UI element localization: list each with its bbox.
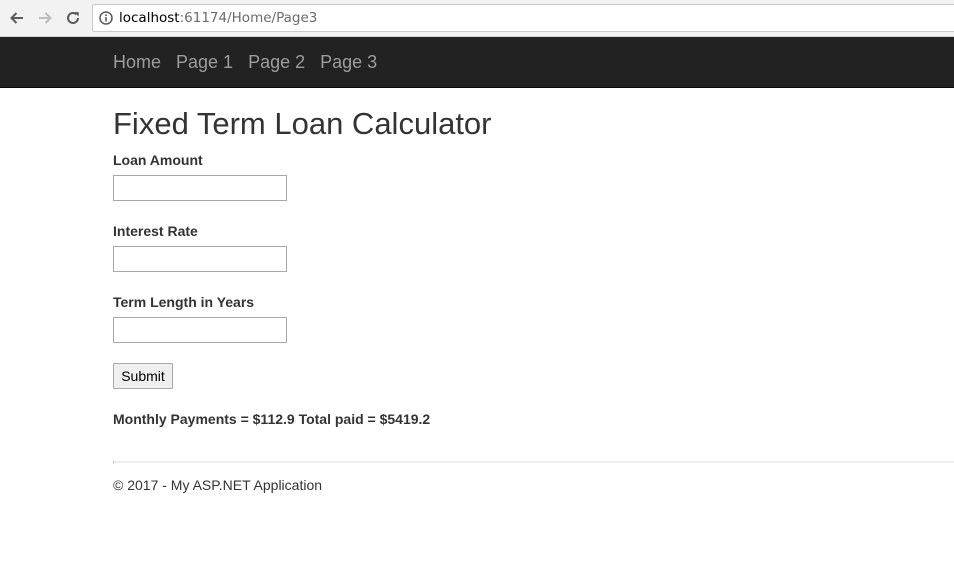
interest-rate-label: Interest Rate xyxy=(113,223,198,239)
info-icon[interactable] xyxy=(99,11,113,25)
nav-link-page-2[interactable]: Page 2 xyxy=(248,51,305,73)
submit-button[interactable]: Submit xyxy=(113,363,173,389)
interest-rate-input[interactable] xyxy=(113,246,287,272)
footer-text: © 2017 - My ASP.NET Application xyxy=(113,477,323,493)
back-arrow-icon[interactable] xyxy=(5,6,29,30)
page-title: Fixed Term Loan Calculator xyxy=(113,106,492,141)
site-navbar: Home Page 1 Page 2 Page 3 xyxy=(0,37,954,88)
loan-amount-label: Loan Amount xyxy=(113,152,203,168)
forward-arrow-icon[interactable] xyxy=(33,6,57,30)
url-text: localhost:61174/Home/Page3 xyxy=(119,10,317,26)
nav-link-home[interactable]: Home xyxy=(113,51,161,73)
nav-links: Home Page 1 Page 2 Page 3 xyxy=(113,51,392,73)
term-length-input[interactable] xyxy=(113,317,287,343)
term-length-label: Term Length in Years xyxy=(113,294,255,310)
url-path: :61174/Home/Page3 xyxy=(179,10,318,26)
result-text: Monthly Payments = $112.9 Total paid = $… xyxy=(113,411,431,427)
footer-divider xyxy=(113,461,954,463)
address-bar[interactable]: localhost:61174/Home/Page3 xyxy=(92,4,954,32)
browser-toolbar: localhost:61174/Home/Page3 xyxy=(0,0,954,37)
nav-link-page-3[interactable]: Page 3 xyxy=(320,51,377,73)
reload-icon[interactable] xyxy=(61,6,85,30)
url-host: localhost xyxy=(119,10,180,26)
nav-link-page-1[interactable]: Page 1 xyxy=(176,51,233,73)
loan-amount-input[interactable] xyxy=(113,175,287,201)
